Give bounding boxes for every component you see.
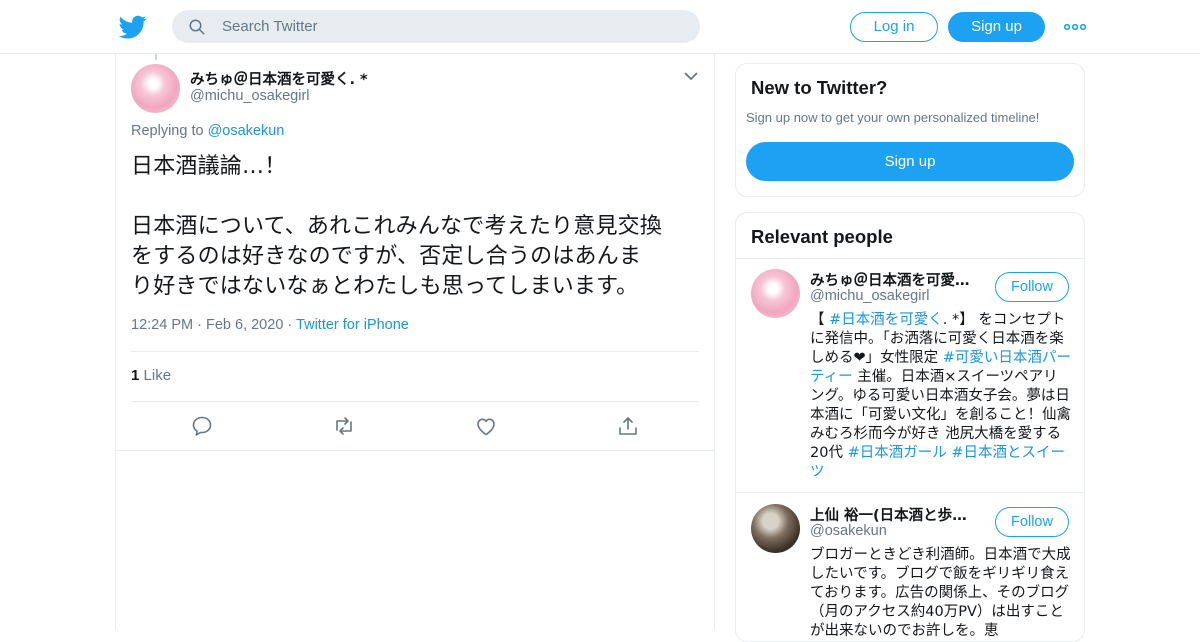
retweet-icon[interactable] [332, 414, 356, 438]
avatar[interactable] [751, 504, 800, 553]
card-title: Relevant people [751, 226, 893, 247]
divider [131, 401, 699, 402]
person-name[interactable]: 上仙 裕一(日本酒と歩む人生) [810, 504, 980, 525]
relevant-people-card: Relevant people みちゅ＠日本酒を可愛く. * @michu_os… [735, 212, 1085, 642]
like-count: 1 [131, 367, 140, 384]
divider [736, 492, 1084, 493]
tweet-text-body: 日本酒について、あれこれみんなで考えたり意見交換 をするのは好きなのですが、否定… [131, 214, 663, 299]
tweet-time[interactable]: 12:24 PM [131, 317, 193, 333]
heart-icon[interactable] [474, 414, 498, 438]
sidebar-signup-button[interactable]: Sign up [746, 142, 1074, 181]
person-bio: 【 #日本酒を可愛く. *】 をコンセプトに発信中。「お洒落に可愛く日本酒を楽し… [810, 311, 1072, 482]
search-icon [189, 19, 205, 35]
tweet-column [115, 54, 715, 630]
bio-text: ブロガーときどき利酒師。日本酒で大成したいです。ブログで飯をギリギリ食えておりま… [810, 547, 1071, 639]
twitter-bird-icon[interactable] [119, 13, 147, 41]
tweet-date[interactable]: Feb 6, 2020 [206, 317, 283, 333]
card-title: New to Twitter? [751, 77, 888, 98]
person-handle[interactable]: @michu_osakegirl [810, 288, 930, 304]
author-handle[interactable]: @michu_osakegirl [190, 88, 310, 104]
signup-button[interactable]: Sign up [948, 12, 1045, 42]
replying-prefix: Replying to [131, 123, 204, 139]
tweet-text: 日本酒議論…！ 日本酒について、あれこれみんなで考えたり意見交換 をするのは好き… [131, 152, 706, 302]
top-bar: Log in Sign up [0, 0, 1200, 54]
reply-icon[interactable] [190, 414, 214, 438]
login-button[interactable]: Log in [850, 12, 938, 42]
tweet-text-line1: 日本酒議論…！ [131, 154, 287, 179]
follow-button[interactable]: Follow [995, 507, 1069, 537]
card-subtitle: Sign up now to get your own personalized… [746, 110, 1040, 125]
share-icon[interactable] [616, 414, 640, 438]
new-to-twitter-card: New to Twitter? Sign up now to get your … [735, 63, 1085, 197]
avatar[interactable] [751, 269, 800, 318]
more-options-icon[interactable] [1064, 21, 1086, 33]
thread-connector [155, 54, 157, 60]
meta-separator: · [287, 317, 293, 333]
follow-button[interactable]: Follow [995, 272, 1069, 302]
hashtag-link[interactable]: #日本酒ガール [848, 445, 947, 461]
person-bio: ブロガーときどき利酒師。日本酒で大成したいです。ブログで飯をギリギリ食えておりま… [810, 546, 1072, 641]
person-handle[interactable]: @osakekun [810, 523, 887, 539]
chevron-down-icon[interactable] [683, 70, 699, 82]
tweet-source-link[interactable]: Twitter for iPhone [296, 317, 409, 333]
reply-mention-link[interactable]: @osakekun [208, 123, 285, 139]
search-input[interactable] [222, 10, 682, 43]
bio-text: 【 [810, 312, 830, 328]
tweet-meta: 12:24 PM · Feb 6, 2020 · Twitter for iPh… [131, 317, 409, 333]
avatar[interactable] [131, 64, 180, 113]
person-name[interactable]: みちゅ＠日本酒を可愛く. * [810, 269, 980, 290]
divider [131, 351, 699, 352]
meta-separator: · [197, 317, 202, 333]
search-box[interactable] [172, 10, 700, 43]
replying-to: Replying to @osakekun [131, 123, 284, 139]
hashtag-link[interactable]: #日本酒を可愛く [829, 312, 943, 328]
divider [736, 258, 1084, 259]
divider [116, 450, 714, 451]
author-name[interactable]: みちゅ＠日本酒を可愛く. * [190, 68, 368, 89]
like-stats[interactable]: 1 Like [131, 367, 171, 384]
like-label: Like [143, 367, 172, 384]
